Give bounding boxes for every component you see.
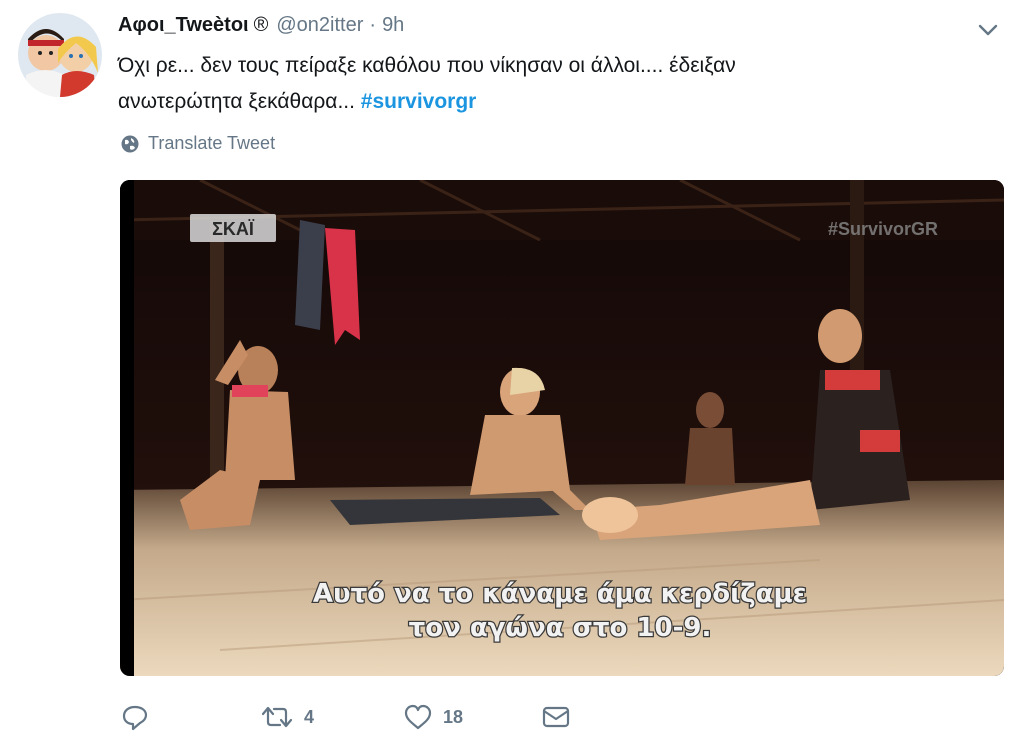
heart-icon [404,704,432,730]
media-image: ΣΚΑΪ #SurvivorGR Αυτό να το κάναμε άμα κ… [120,180,1004,676]
tweet-text-line: Όχι ρε... δεν τους πείραξε καθόλου που ν… [118,54,736,77]
avatar[interactable] [18,13,102,97]
retweet-button[interactable]: 4 [260,702,314,732]
chevron-down-icon[interactable] [974,18,1002,42]
watermark: #SurvivorGR [828,219,938,239]
like-button[interactable]: 18 [403,702,463,732]
tweet-text-fragment: ανωτερώτητα ξεκάθαρα... [118,90,361,113]
tweet-timestamp[interactable]: 9h [382,14,404,37]
channel-logo: ΣΚΑΪ [212,219,255,239]
registered-mark: ® [253,14,269,36]
tweet-text-line: ανωτερώτητα ξεκάθαρα... #survivorgr [118,84,998,120]
tweet-media[interactable]: ΣΚΑΪ #SurvivorGR Αυτό να το κάναμε άμα κ… [120,180,1004,676]
tweet-text: Όχι ρε... δεν τους πείραξε καθόλου που ν… [118,48,998,120]
envelope-icon [542,706,570,728]
translate-label: Translate Tweet [148,133,276,153]
tweet-actions: 4 18 [120,702,600,734]
user-handle[interactable]: @on2itter [276,14,363,37]
like-count: 18 [443,706,464,727]
hashtag-link[interactable]: #survivorgr [361,90,477,113]
retweet-count: 4 [304,706,315,727]
reply-icon [122,705,148,731]
retweet-icon [261,706,293,728]
separator: · [369,14,377,36]
display-name[interactable]: Αφοι_Tweètοι [118,14,249,37]
direct-message-button[interactable] [541,702,571,732]
translate-tweet-button[interactable]: Translate Tweet [120,133,275,154]
globe-icon [121,135,139,152]
tweet-header: Αφοι_Tweètοι ® @on2itter · 9h [118,14,404,40]
subtitle-line: τον αγώνα στο 10-9. [409,613,712,643]
subtitle-line: Αυτό να το κάναμε άμα κερδίζαμε [313,579,807,609]
reply-button[interactable] [120,702,150,732]
avatar-image [18,13,102,97]
